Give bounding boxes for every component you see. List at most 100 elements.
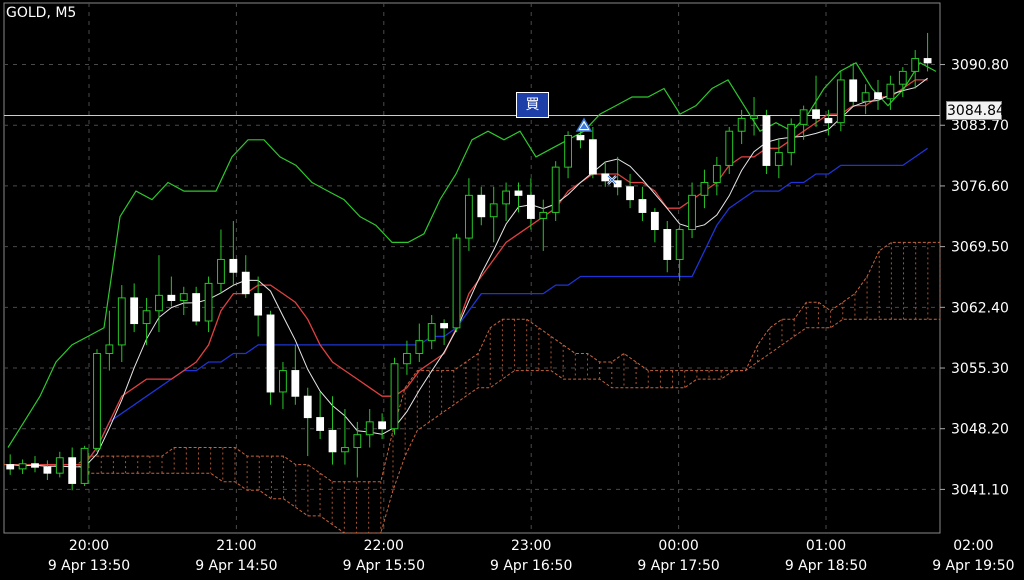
bearish-candle [378, 421, 387, 430]
bearish-candle [923, 58, 932, 64]
bullish-candle [886, 83, 895, 100]
symbol-timeframe-label: GOLD, M5 [6, 5, 77, 21]
time-major-label: 02:00 [953, 538, 993, 554]
bullish-candle [341, 447, 349, 453]
bearish-candle [43, 466, 52, 474]
bullish-candle [551, 166, 560, 213]
bearish-candle [167, 294, 176, 301]
time-major-label: 21:00 [216, 538, 256, 554]
bullish-candle [179, 293, 188, 301]
price-scale-label: 3048.20 [951, 422, 1009, 438]
price-scale-label: 3062.40 [951, 300, 1009, 316]
bearish-candle [291, 370, 300, 397]
bullish-candle [403, 352, 411, 365]
time-minor-label: 9 Apr 19:50 [932, 558, 1014, 574]
bearish-candle [130, 297, 139, 325]
bullish-candle [688, 194, 696, 231]
bullish-candle [279, 370, 287, 393]
bearish-candle [303, 395, 312, 419]
buy-order-marker[interactable]: 買 [516, 92, 549, 118]
price-chart[interactable]: 3090.803083.703076.603069.503062.403055.… [0, 0, 1024, 576]
bullish-candle [836, 79, 845, 124]
bullish-candle [105, 344, 114, 354]
chart-frame[interactable]: 3090.80 3083.70 3076.60 3069.50 3062.40 3055.… [0, 0, 1024, 576]
time-minor-label: 9 Apr 18:50 [785, 558, 867, 574]
bullish-candle [700, 182, 709, 196]
bearish-candle [328, 429, 337, 453]
bearish-candle [229, 258, 238, 273]
price-scale-label: 3090.80 [951, 58, 1009, 74]
bearish-candle [576, 135, 585, 141]
bullish-candle [539, 211, 548, 219]
bearish-candle [626, 186, 634, 201]
bullish-candle [725, 130, 734, 166]
bearish-candle [254, 293, 263, 316]
bearish-candle [874, 92, 882, 100]
bearish-candle [638, 199, 647, 213]
time-minor-label: 9 Apr 17:50 [637, 558, 719, 574]
close-cross-icon-inner [607, 175, 617, 185]
time-minor-label: 9 Apr 16:50 [490, 558, 572, 574]
price-scale-label: 3055.30 [951, 361, 1009, 377]
bullish-candle [675, 229, 684, 260]
bearish-candle [514, 190, 523, 196]
time-major-label: 20:00 [69, 538, 109, 554]
time-major-label: 22:00 [364, 538, 404, 554]
bullish-candle [564, 135, 572, 168]
bearish-candle [762, 115, 771, 166]
bullish-candle [155, 294, 163, 312]
bullish-candle [861, 92, 870, 102]
bullish-candle [502, 190, 511, 205]
bullish-candle [787, 123, 796, 154]
bullish-candle [799, 109, 808, 125]
bearish-candle [588, 139, 597, 175]
bullish-candle [415, 340, 424, 354]
bearish-candle [266, 314, 275, 393]
bullish-candle [911, 58, 920, 72]
time-minor-label: 9 Apr 15:50 [343, 558, 425, 574]
bearish-candle [601, 173, 610, 182]
bullish-candle [204, 282, 213, 322]
bearish-candle [650, 211, 659, 231]
time-minor-label: 9 Apr 13:50 [48, 558, 130, 574]
bullish-candle [55, 457, 64, 474]
time-major-label: 01:00 [806, 538, 846, 554]
bullish-candle [80, 447, 89, 484]
plot-border [3, 2, 941, 534]
bearish-candle [241, 271, 250, 295]
price-scale-label: 3041.10 [951, 482, 1009, 498]
bullish-candle [774, 152, 783, 166]
bullish-candle [712, 164, 721, 184]
chikou-span-line [7, 62, 937, 448]
bullish-candle [217, 258, 225, 284]
bearish-candle [31, 463, 39, 468]
bullish-candle [390, 363, 399, 430]
bearish-candle [812, 109, 820, 119]
bearish-candle [6, 464, 15, 470]
bearish-candle [192, 293, 201, 322]
time-minor-label: 9 Apr 14:50 [195, 558, 277, 574]
bullish-candle [737, 117, 746, 132]
price-scale-label: 3076.60 [951, 179, 1009, 195]
bearish-candle [316, 417, 325, 431]
senkou-span-b [4, 318, 940, 534]
price-scale-label: 3069.50 [951, 240, 1009, 256]
bearish-candle [663, 229, 672, 260]
time-major-label: 23:00 [511, 538, 551, 554]
bullish-candle [898, 70, 907, 85]
bullish-candle [750, 115, 758, 119]
bullish-candle [18, 463, 27, 470]
bearish-candle [526, 194, 535, 219]
bearish-candle [68, 457, 77, 484]
bullish-candle [365, 421, 374, 436]
bullish-candle [93, 352, 101, 449]
bullish-candle [427, 323, 436, 342]
bullish-candle [489, 203, 498, 218]
bullish-candle [353, 434, 362, 449]
time-major-label: 00:00 [658, 538, 698, 554]
bullish-candle [464, 194, 473, 239]
bearish-candle [849, 79, 858, 102]
bullish-candle [142, 310, 151, 325]
current-price-badge: 3084.84 [946, 101, 1005, 120]
senkou-span-a [4, 241, 940, 483]
